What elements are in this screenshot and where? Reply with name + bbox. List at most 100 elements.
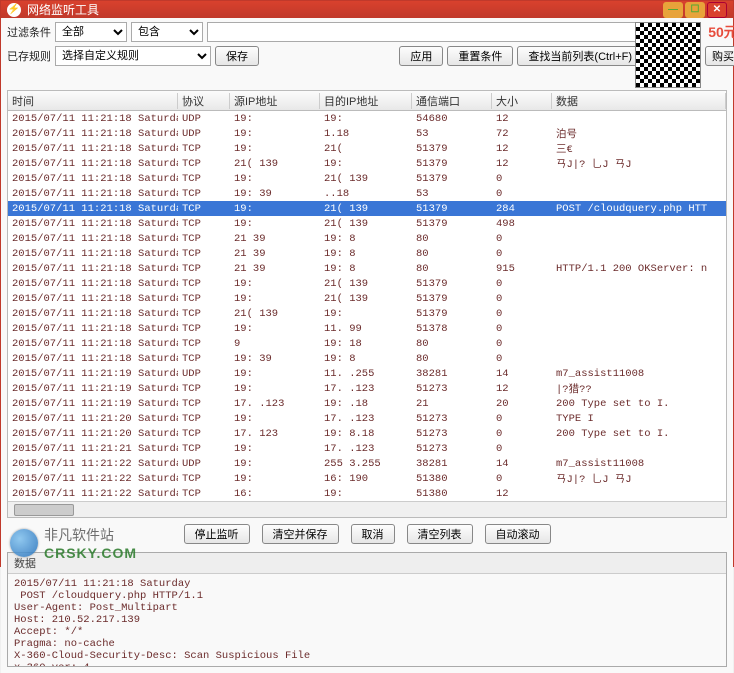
data-panel-header: 数据 <box>8 553 726 574</box>
column-header[interactable]: 源IP地址 <box>230 93 320 109</box>
table-cell: 20 <box>492 398 552 410</box>
table-row[interactable]: 2015/07/11 11:21:20 SaturdayTCP19:17. .1… <box>8 411 726 426</box>
table-row[interactable]: 2015/07/11 11:21:18 SaturdayTCP919: 1880… <box>8 336 726 351</box>
filter-scope-select[interactable]: 全部 <box>55 22 127 42</box>
table-row[interactable]: 2015/07/11 11:21:18 SaturdayTCP19:21( 13… <box>8 291 726 306</box>
table-row[interactable]: 2015/07/11 11:21:20 SaturdayTCP17. 12319… <box>8 426 726 441</box>
rules-select[interactable]: 选择自定义规则 <box>55 46 211 66</box>
table-cell: 12 <box>492 143 552 155</box>
table-cell: 19: <box>230 473 320 485</box>
table-cell: 21( 139 <box>320 218 412 230</box>
table-row[interactable]: 2015/07/11 11:21:18 SaturdayUDP19:19:546… <box>8 111 726 126</box>
table-cell: 51273 <box>412 383 492 395</box>
column-header[interactable]: 通信端口 <box>412 93 492 109</box>
table-cell: 51379 <box>412 278 492 290</box>
table-row[interactable]: 2015/07/11 11:21:18 SaturdayTCP21 3919: … <box>8 261 726 276</box>
table-cell: 19: <box>320 113 412 125</box>
table-row[interactable]: 2015/07/11 11:21:19 SaturdayTCP19:17. .1… <box>8 381 726 396</box>
save-button[interactable]: 保存 <box>215 46 259 66</box>
table-cell: 17. 123 <box>230 428 320 440</box>
table-row[interactable]: 2015/07/11 11:21:18 SaturdayTCP21 3919: … <box>8 246 726 261</box>
filter-contain-select[interactable]: 包含 <box>131 22 203 42</box>
table-row[interactable]: 2015/07/11 11:21:18 SaturdayTCP19:21( 13… <box>8 276 726 291</box>
table-row[interactable]: 2015/07/11 11:21:21 SaturdayTCP19:17. .1… <box>8 441 726 456</box>
table-cell: 21 <box>412 398 492 410</box>
table-row[interactable]: 2015/07/11 11:21:22 SaturdayTCP16:19:513… <box>8 486 726 501</box>
table-row[interactable]: 2015/07/11 11:21:19 SaturdayUDP19:11. .2… <box>8 366 726 381</box>
table-cell: 2015/07/11 11:21:22 Saturday <box>8 458 178 470</box>
table-row[interactable]: 2015/07/11 11:21:22 SaturdayTCP19:16: 19… <box>8 471 726 486</box>
table-row[interactable]: 2015/07/11 11:21:18 SaturdayTCP19:21( 13… <box>8 171 726 186</box>
table-cell: 80 <box>412 338 492 350</box>
column-header[interactable]: 时间 <box>8 93 178 109</box>
table-cell: 21 39 <box>230 248 320 260</box>
apply-button[interactable]: 应用 <box>399 46 443 66</box>
table-row[interactable]: 2015/07/11 11:21:18 SaturdayTCP19: 39..1… <box>8 186 726 201</box>
table-row[interactable]: 2015/07/11 11:21:18 SaturdayTCP19:21( 13… <box>8 201 726 216</box>
table-cell: 19: 8 <box>320 263 412 275</box>
table-cell: 0 <box>492 188 552 200</box>
cancel-button[interactable]: 取消 <box>351 524 395 544</box>
packet-table[interactable]: 时间协议源IP地址目的IP地址通信端口大小数据 2015/07/11 11:21… <box>7 90 727 518</box>
close-button[interactable]: ✕ <box>707 2 727 18</box>
table-cell: 2015/07/11 11:21:18 Saturday <box>8 113 178 125</box>
maximize-button[interactable]: ☐ <box>685 2 705 18</box>
clear-list-button[interactable]: 清空列表 <box>407 524 473 544</box>
table-row[interactable]: 2015/07/11 11:21:18 SaturdayTCP21( 13919… <box>8 156 726 171</box>
table-cell: 19: <box>230 128 320 140</box>
table-cell: TCP <box>178 443 230 455</box>
find-button[interactable]: 查找当前列表(Ctrl+F) <box>517 46 643 66</box>
table-cell: 915 <box>492 263 552 275</box>
column-header[interactable]: 协议 <box>178 93 230 109</box>
table-cell: 0 <box>492 473 552 485</box>
table-row[interactable]: 2015/07/11 11:21:18 SaturdayTCP19:11. 99… <box>8 321 726 336</box>
table-cell: ..18 <box>320 188 412 200</box>
table-cell: 0 <box>492 353 552 365</box>
window-title: 网络监听工具 <box>27 1 99 18</box>
minimize-button[interactable]: — <box>663 2 683 18</box>
table-cell: 2015/07/11 11:21:18 Saturday <box>8 218 178 230</box>
table-cell: UDP <box>178 368 230 380</box>
table-cell: 0 <box>492 248 552 260</box>
stop-listen-button[interactable]: 停止监听 <box>184 524 250 544</box>
buy-button[interactable]: 购买 <box>705 46 734 66</box>
table-cell: 12 <box>492 383 552 395</box>
table-cell: 19: 18 <box>320 338 412 350</box>
column-header[interactable]: 大小 <box>492 93 552 109</box>
table-cell: TCP <box>178 233 230 245</box>
horizontal-scrollbar[interactable] <box>8 501 726 517</box>
table-cell: 38281 <box>412 368 492 380</box>
table-row[interactable]: 2015/07/11 11:21:18 SaturdayUDP19:1.1853… <box>8 126 726 141</box>
data-panel-body[interactable]: 2015/07/11 11:21:18 Saturday POST /cloud… <box>8 574 726 666</box>
table-cell: 2015/07/11 11:21:22 Saturday <box>8 473 178 485</box>
table-cell: 17. .123 <box>320 443 412 455</box>
table-row[interactable]: 2015/07/11 11:21:18 SaturdayTCP19:21(513… <box>8 141 726 156</box>
table-cell: 80 <box>412 353 492 365</box>
table-cell: 51379 <box>412 158 492 170</box>
table-row[interactable]: 2015/07/11 11:21:22 SaturdayUDP19:255 3.… <box>8 456 726 471</box>
clear-save-button[interactable]: 清空并保存 <box>262 524 339 544</box>
column-header[interactable]: 目的IP地址 <box>320 93 412 109</box>
table-cell: 2015/07/11 11:21:19 Saturday <box>8 368 178 380</box>
table-row[interactable]: 2015/07/11 11:21:18 SaturdayTCP21 3919: … <box>8 231 726 246</box>
table-row[interactable]: 2015/07/11 11:21:19 SaturdayTCP17. .1231… <box>8 396 726 411</box>
table-cell: 53 <box>412 188 492 200</box>
table-cell: 2015/07/11 11:21:18 Saturday <box>8 278 178 290</box>
table-cell: HTTP/1.1 200 OKServer: n <box>552 263 726 275</box>
table-cell: 2015/07/11 11:21:18 Saturday <box>8 173 178 185</box>
table-cell: 284 <box>492 203 552 215</box>
table-cell: 80 <box>412 263 492 275</box>
filter-text-input[interactable] <box>207 22 643 42</box>
auto-scroll-button[interactable]: 自动滚动 <box>485 524 551 544</box>
table-cell: 21( 139 <box>320 173 412 185</box>
table-row[interactable]: 2015/07/11 11:21:18 SaturdayTCP19: 3919:… <box>8 351 726 366</box>
table-cell: 38281 <box>412 458 492 470</box>
table-cell: 0 <box>492 278 552 290</box>
table-cell: 17. .123 <box>320 383 412 395</box>
table-cell: UDP <box>178 128 230 140</box>
column-header[interactable]: 数据 <box>552 93 726 109</box>
table-row[interactable]: 2015/07/11 11:21:18 SaturdayTCP19:21( 13… <box>8 216 726 231</box>
table-cell: 19: <box>320 308 412 320</box>
table-row[interactable]: 2015/07/11 11:21:18 SaturdayTCP21( 13919… <box>8 306 726 321</box>
reset-button[interactable]: 重置条件 <box>447 46 513 66</box>
